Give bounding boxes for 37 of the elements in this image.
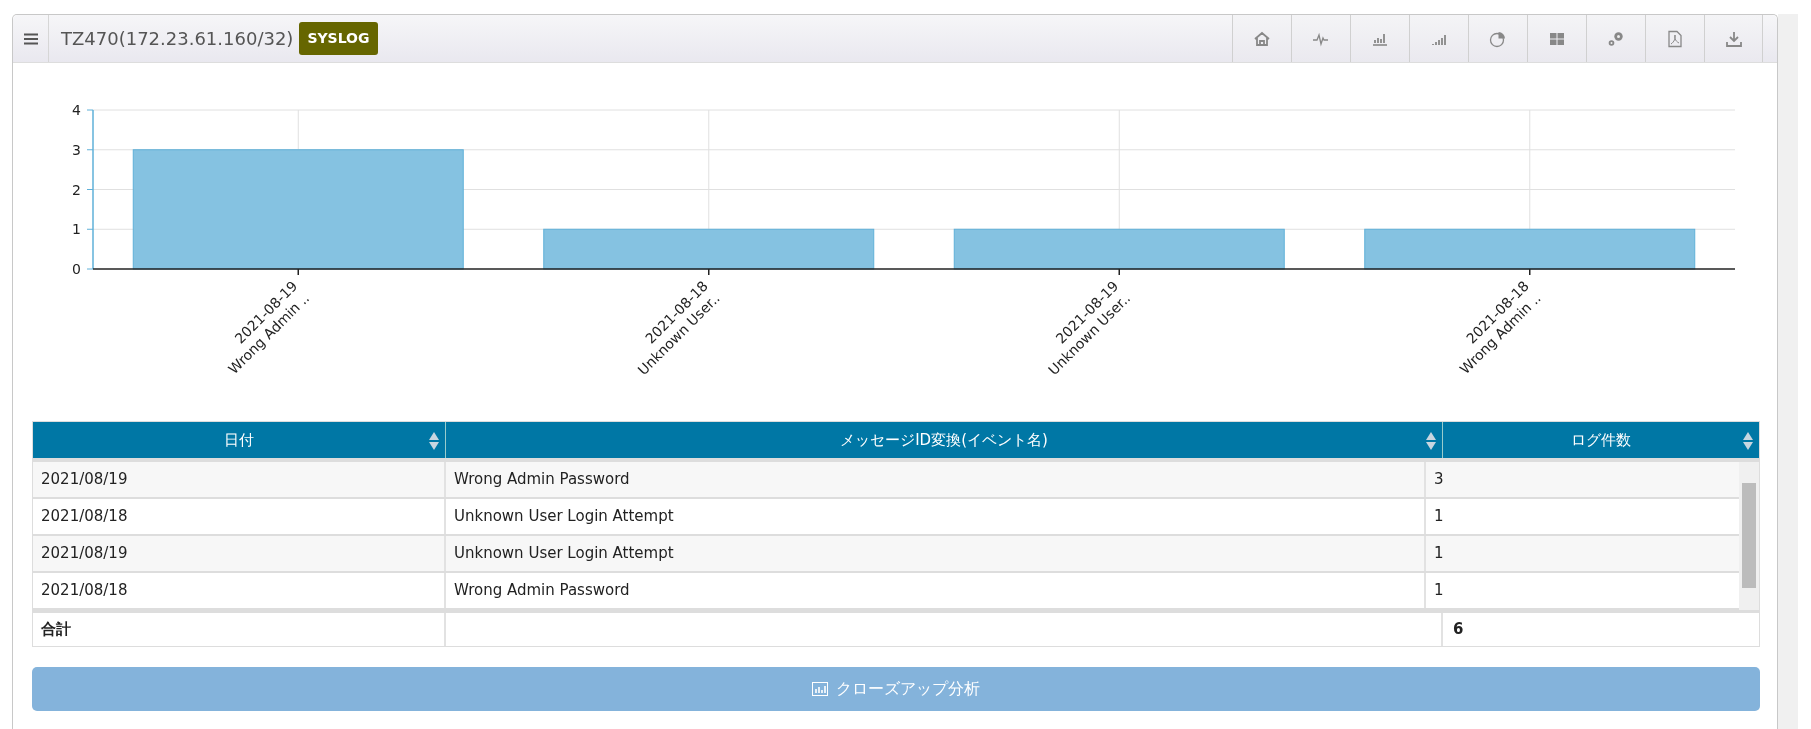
- y-tick-label: 2: [72, 181, 81, 198]
- table-cell: Wrong Admin Password: [446, 573, 1426, 608]
- bar-chart-icon: [812, 682, 828, 696]
- y-tick-label: 0: [72, 261, 81, 277]
- y-tick-label: 4: [72, 102, 81, 118]
- table-cell-text: 1: [1433, 580, 1445, 602]
- device-title: TZ470(172.23.61.160/32): [61, 27, 294, 51]
- table-scrollbar[interactable]: [1739, 462, 1759, 610]
- menu-icon: [23, 32, 38, 45]
- column-header[interactable]: ログ件数: [1443, 422, 1759, 458]
- column-header[interactable]: 日付: [33, 422, 446, 458]
- table-cell: Unknown User Login Attempt: [446, 499, 1426, 534]
- pie-chart-icon: [1489, 29, 1507, 48]
- total-value: 6: [1452, 619, 1465, 641]
- sort-icon: [1426, 432, 1436, 450]
- column-header[interactable]: メッセージID変換(イベント名): [446, 422, 1443, 458]
- gears-icon: [1607, 29, 1625, 48]
- page-scrollbar[interactable]: [1778, 14, 1798, 729]
- download-button[interactable]: [1704, 15, 1763, 62]
- pdf-file-icon: [1666, 29, 1684, 48]
- y-tick-label: 1: [72, 221, 81, 238]
- syslog-badge: SYSLOG: [299, 22, 378, 55]
- table-cell: 2021/08/18: [33, 573, 446, 608]
- home-icon: [1253, 29, 1271, 48]
- download-icon: [1724, 29, 1743, 48]
- table-cell-text: 1: [1433, 543, 1445, 565]
- table-cell-text: 3: [1433, 469, 1445, 491]
- table-cell: Unknown User Login Attempt: [446, 536, 1426, 571]
- table-cell: Wrong Admin Password: [446, 462, 1426, 497]
- table-cell-text: 1: [1433, 506, 1445, 528]
- total-label: 合計: [33, 613, 446, 646]
- table-cell: 2021/08/19: [33, 462, 446, 497]
- sort-icon: [429, 432, 439, 450]
- sort-icon: [1743, 432, 1753, 450]
- y-tick-label: 3: [72, 141, 81, 158]
- table-cell: 2021/08/19: [33, 536, 446, 571]
- table-cell: 2021/08/18: [33, 499, 446, 534]
